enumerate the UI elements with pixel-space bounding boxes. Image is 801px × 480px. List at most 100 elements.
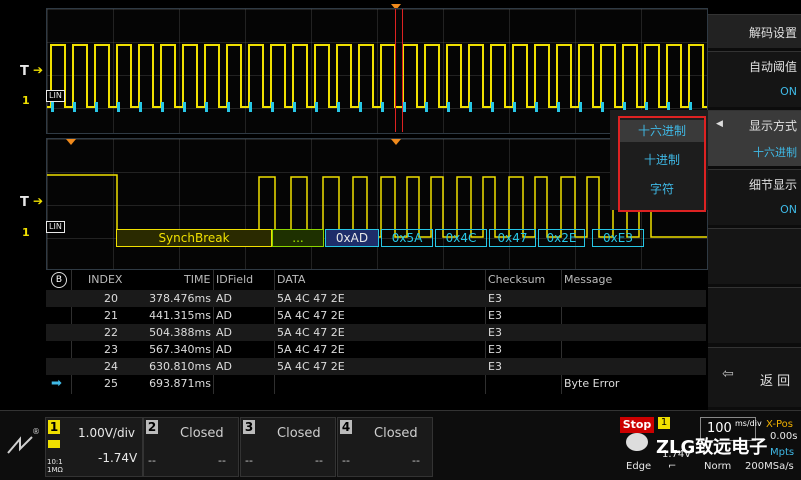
display-mode-value: 十六进制 (753, 146, 797, 159)
data-cell: 5A 4C 47 2E (277, 309, 345, 322)
frame-marker (535, 102, 538, 112)
menu-empty-slot[interactable] (708, 228, 801, 284)
frame-marker (403, 102, 406, 112)
auto-threshold-value: ON (780, 85, 797, 98)
popup-option-decimal[interactable]: 十进制 (620, 149, 704, 171)
table-row[interactable]: 21 441.315ms AD 5A 4C 47 2E E3 (46, 307, 706, 324)
lin-tag-1: LIN (46, 90, 65, 102)
current-row-arrow-icon: ➡ (51, 376, 62, 391)
frame-marker (293, 102, 296, 112)
frame-marker (117, 102, 120, 112)
data-cell: 5A 4C 47 2E (277, 360, 345, 373)
channel1-marker-1[interactable]: 1 (22, 94, 30, 107)
time-cell: 441.315ms (149, 309, 211, 322)
menu-title-label: 解码设置 (748, 26, 797, 40)
channel2-info[interactable]: 2 Closed -- -- (143, 417, 239, 477)
table-row[interactable]: 24 630.810ms AD 5A 4C 47 2E E3 (46, 358, 706, 375)
status-bar: ® 1 10:1 1MΩ 1.00V/div -1.74V 2 Closed -… (0, 410, 801, 480)
frame-marker (491, 102, 494, 112)
channel4-value-a: -- (342, 454, 350, 467)
header-checksum: Checksum (488, 273, 546, 286)
overview-trace (47, 44, 707, 108)
watermark-text: ZLG致远电子 (656, 437, 768, 458)
index-cell: 20 (104, 292, 118, 305)
registered-mark: ® (32, 427, 40, 436)
waveform-pane-zoom[interactable] (46, 138, 708, 270)
channel1-marker-2[interactable]: 1 (22, 226, 30, 239)
frame-marker (513, 102, 516, 112)
zoom-window (395, 9, 403, 132)
channel4-info[interactable]: 4 Closed -- -- (337, 417, 433, 477)
frame-marker (183, 102, 186, 112)
table-row[interactable]: 23 567.340ms AD 5A 4C 47 2E E3 (46, 341, 706, 358)
waveform-pane-overview[interactable] (46, 8, 708, 134)
back-button[interactable]: ⇦ 返 回 (708, 347, 801, 407)
index-cell: 23 (104, 343, 118, 356)
frame-marker (337, 102, 340, 112)
channel1-probe: 10:1 (47, 458, 63, 466)
frame-marker (447, 102, 450, 112)
decode-table[interactable]: B INDEX TIME IDField DATA Checksum Messa… (46, 270, 706, 394)
header-data: DATA (277, 273, 306, 286)
data-cell: 5A 4C 47 2E (277, 326, 345, 339)
channel4-value-b: -- (412, 454, 420, 467)
detail-display-button[interactable]: 细节显示 ON (708, 169, 801, 225)
time-cell: 378.476ms (149, 292, 211, 305)
timebase-unit: ms/div (735, 419, 762, 428)
trigger-source-badge: 1 (658, 417, 670, 429)
auto-threshold-label: 自动阈值 (748, 60, 797, 74)
popup-option-ascii[interactable]: 字符 (620, 178, 704, 200)
data-cell: 5A 4C 47 2E (277, 343, 345, 356)
lin-tag-2: LIN (46, 221, 65, 233)
frame-marker (139, 102, 142, 112)
table-row[interactable]: 22 504.388ms AD 5A 4C 47 2E E3 (46, 324, 706, 341)
checksum-cell: E3 (488, 309, 502, 322)
frame-marker (205, 102, 208, 112)
idfield-cell: AD (216, 343, 232, 356)
trigger-level-marker-2[interactable]: T (20, 195, 29, 210)
menu-empty-slot[interactable] (708, 287, 801, 343)
frame-marker (51, 102, 54, 112)
table-row[interactable]: 20 378.476ms AD 5A 4C 47 2E E3 (46, 290, 706, 307)
run-stop-button[interactable]: Stop (620, 417, 654, 433)
detail-display-label: 细节显示 (748, 178, 797, 192)
trigger-level-marker-1[interactable]: T (20, 64, 29, 79)
zoom-trace (47, 174, 707, 238)
decode-synchbreak: SynchBreak (116, 229, 272, 247)
trigger-mode[interactable]: Edge (626, 461, 651, 472)
channel1-info[interactable]: 1 10:1 1MΩ 1.00V/div -1.74V (45, 417, 143, 477)
time-cell: 630.810ms (149, 360, 211, 373)
header-idfield: IDField (216, 273, 254, 286)
index-cell: 24 (104, 360, 118, 373)
frame-marker (469, 102, 472, 112)
menu-title: 解码设置 (708, 14, 801, 48)
channel3-value-a: -- (245, 454, 253, 467)
channel3-info[interactable]: 3 Closed -- -- (240, 417, 336, 477)
checksum-cell: E3 (488, 360, 502, 373)
display-mode-button[interactable]: ◀ 显示方式 十六进制 (708, 110, 801, 166)
data-cell: 5A 4C 47 2E (277, 292, 345, 305)
back-icon: ⇦ (722, 366, 734, 382)
header-time: TIME (184, 273, 211, 286)
channel1-coupling-icon (48, 440, 60, 448)
frame-marker (271, 102, 274, 112)
frame-marker (425, 102, 428, 112)
checksum-cell: E3 (488, 326, 502, 339)
decode-data-byte: 0x4C (435, 229, 487, 247)
frame-marker (73, 102, 76, 112)
zoom-trigger-marker-left (66, 139, 76, 145)
decode-sync-field: ... (272, 229, 324, 247)
sample-rate: 200MSa/s (745, 461, 794, 472)
channel1-waveform (47, 44, 707, 112)
trigger-arrow-1: ➔ (33, 63, 44, 77)
channel2-number: 2 (146, 420, 158, 434)
auto-threshold-button[interactable]: 自动阈值 ON (708, 51, 801, 107)
channel1-offset: -1.74V (98, 451, 138, 465)
popup-option-hex[interactable]: 十六进制 (620, 120, 704, 142)
table-row[interactable]: 25 693.871ms Byte Error (46, 375, 706, 392)
idfield-cell: AD (216, 360, 232, 373)
frame-marker (315, 102, 318, 112)
checksum-cell: E3 (488, 292, 502, 305)
acquisition-mode: Norm (704, 461, 732, 472)
decode-data-byte: 0x2E (538, 229, 585, 247)
